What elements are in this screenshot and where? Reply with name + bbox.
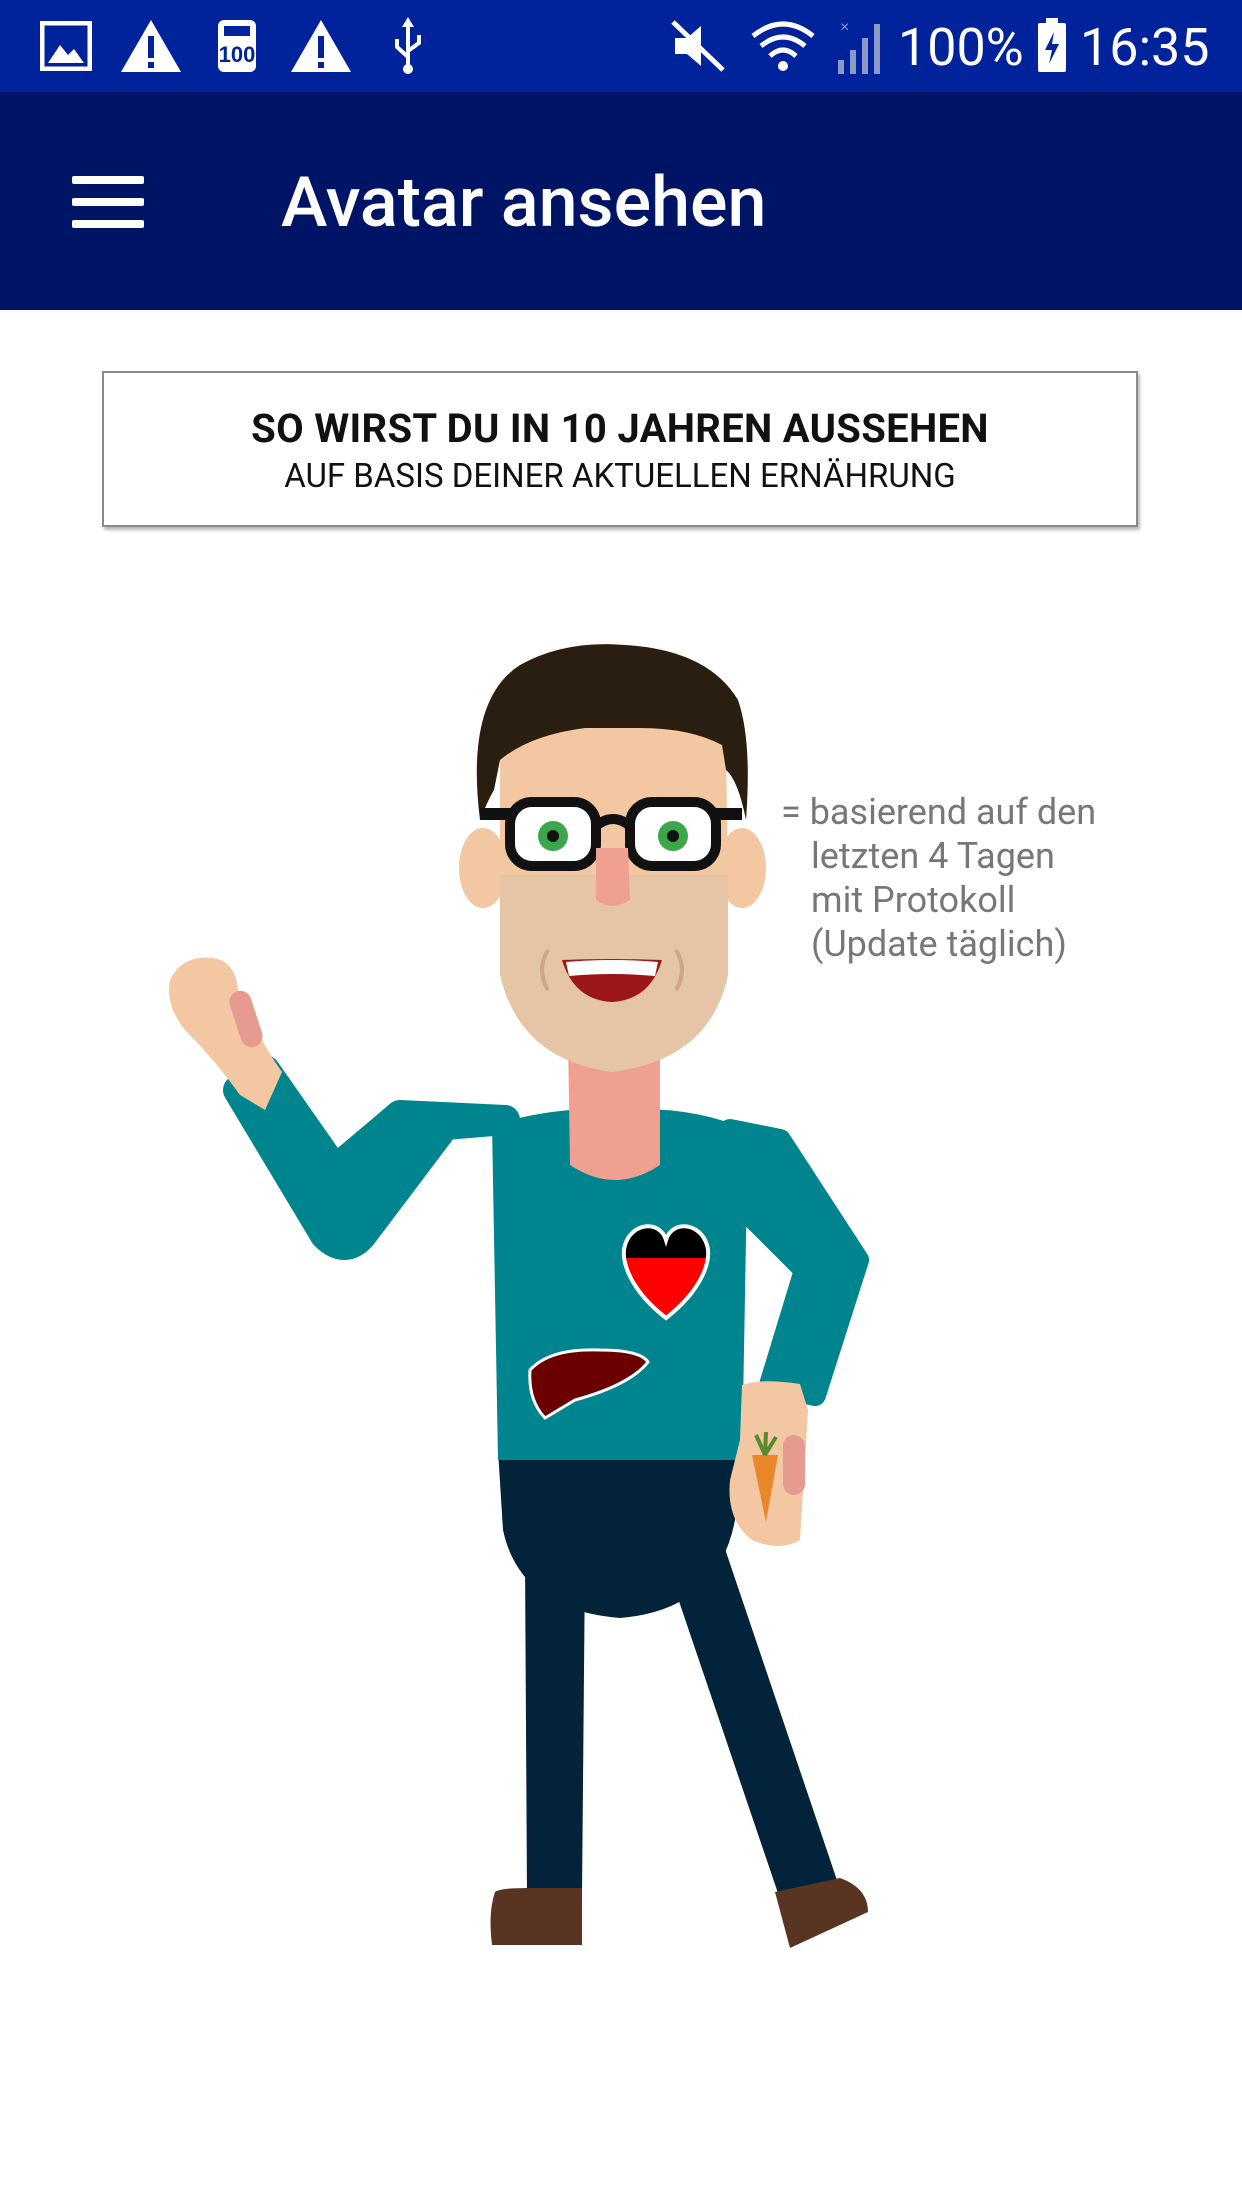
warning-icon xyxy=(118,14,184,78)
prediction-banner: SO WIRST DU IN 10 JAHREN AUSSEHEN AUF BA… xyxy=(102,371,1138,527)
warning-icon xyxy=(288,14,354,78)
hamburger-menu-icon[interactable] xyxy=(56,154,160,248)
storage-100-icon: 100 xyxy=(212,14,262,78)
svg-text:×: × xyxy=(840,19,849,36)
usb-icon xyxy=(388,14,428,78)
image-icon xyxy=(38,14,94,78)
avatar-illustration xyxy=(169,644,869,1948)
mute-icon xyxy=(668,14,728,78)
page-title: Avatar ansehen xyxy=(281,162,767,244)
banner-subline: AUF BASIS DEINER AKTUELLEN ERNÄHRUNG xyxy=(284,457,956,496)
svg-text:100: 100 xyxy=(219,42,256,67)
status-time: 16:35 xyxy=(1080,17,1210,78)
battery-charging-icon xyxy=(1034,14,1070,78)
status-bar: 100 × 100% 16:35 xyxy=(0,0,1242,92)
banner-headline: SO WIRST DU IN 10 JAHREN AUSSEHEN xyxy=(251,405,989,452)
signal-icon: × xyxy=(830,14,890,78)
app-bar: Avatar ansehen xyxy=(0,92,1242,310)
wifi-icon xyxy=(750,14,816,78)
battery-percent: 100% xyxy=(898,17,1024,78)
